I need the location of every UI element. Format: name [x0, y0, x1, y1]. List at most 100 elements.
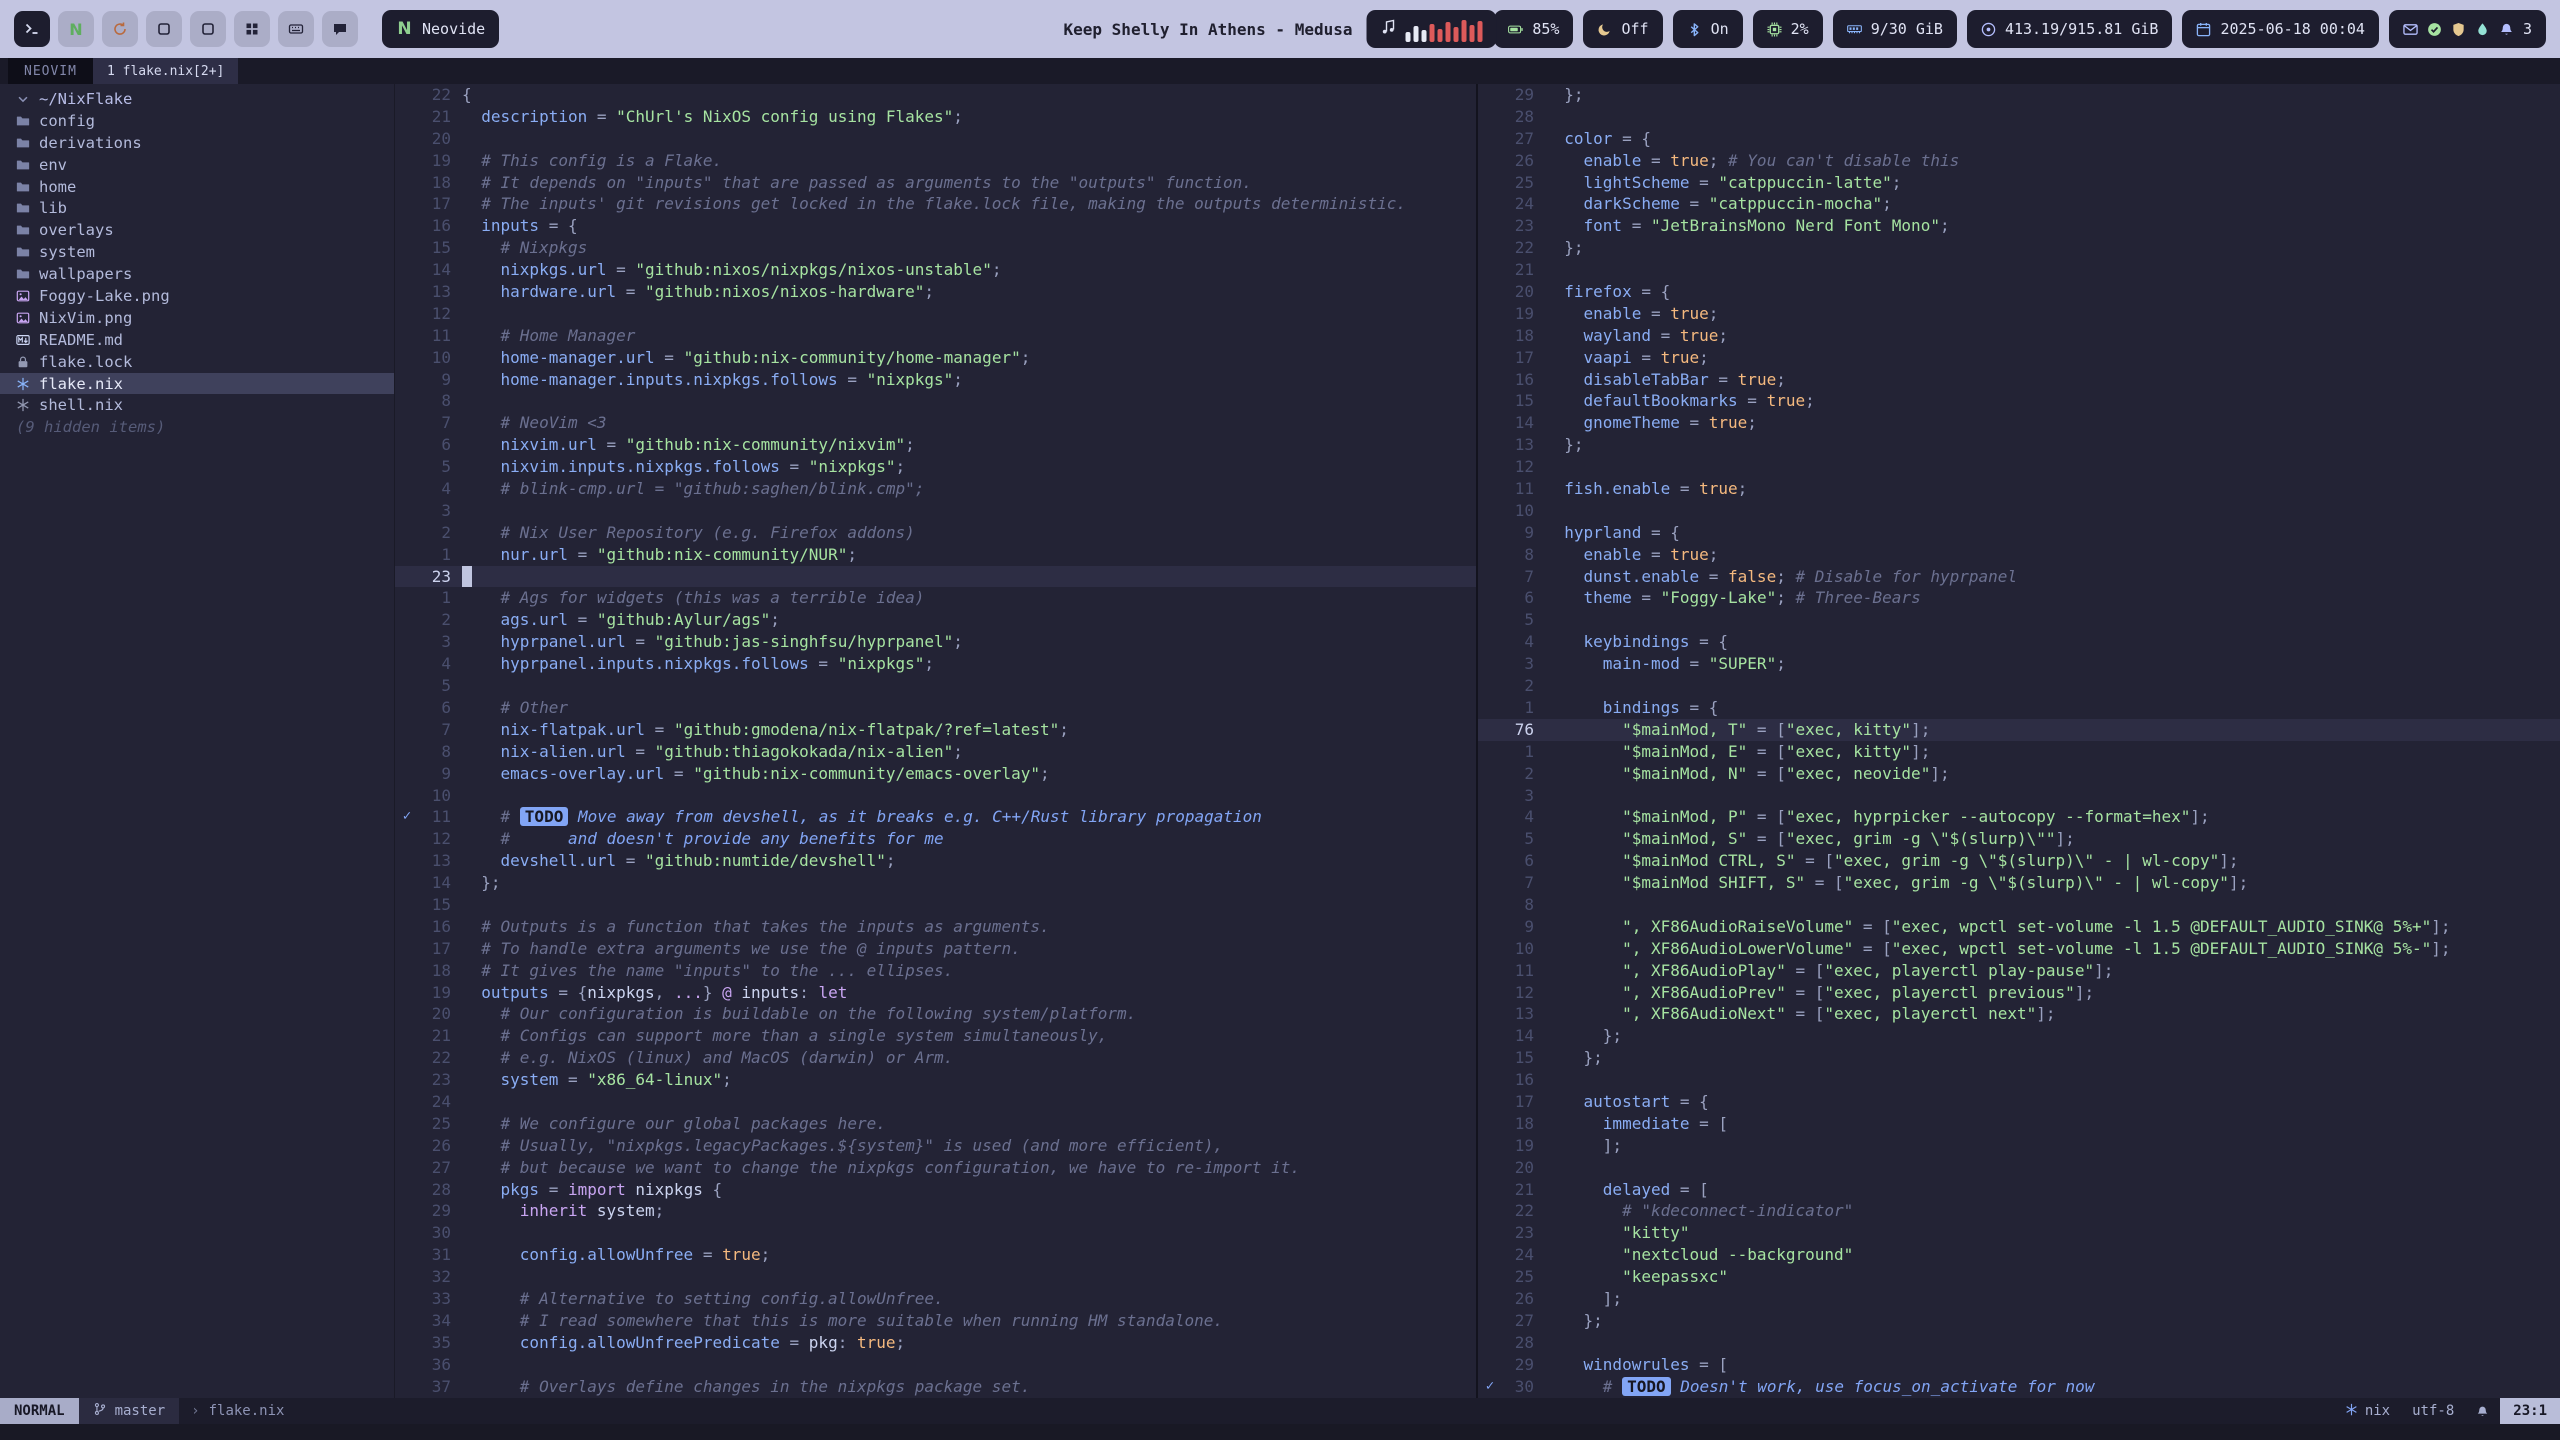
code-line[interactable]: 19 ];: [1478, 1135, 2560, 1157]
code-line[interactable]: 7 "$mainMod SHIFT, S" = ["exec, grim -g …: [1478, 872, 2560, 894]
code-line[interactable]: 3 main-mod = "SUPER";: [1478, 653, 2560, 675]
tree-item-overlays[interactable]: overlays: [0, 219, 394, 241]
code-line[interactable]: 24 "nextcloud --background": [1478, 1244, 2560, 1266]
code-line[interactable]: 2 ags.url = "github:Aylur/ags";: [395, 609, 1476, 631]
code-line[interactable]: 8 nix-alien.url = "github:thiagokokada/n…: [395, 741, 1476, 763]
code-line[interactable]: 10 home-manager.url = "github:nix-commun…: [395, 347, 1476, 369]
code-line[interactable]: 8: [395, 390, 1476, 412]
code-line[interactable]: 9 hyprland = {: [1478, 522, 2560, 544]
code-line[interactable]: 10: [395, 785, 1476, 807]
code-line[interactable]: 3: [1478, 785, 2560, 807]
code-line[interactable]: 20: [1478, 1157, 2560, 1179]
code-line[interactable]: 5: [395, 675, 1476, 697]
tree-item-system[interactable]: system: [0, 241, 394, 263]
code-line[interactable]: 5 "$mainMod, S" = ["exec, grim -g \"$(sl…: [1478, 828, 2560, 850]
code-line[interactable]: 9 ", XF86AudioRaiseVolume" = ["exec, wpc…: [1478, 916, 2560, 938]
code-line[interactable]: 11 # Home Manager: [395, 325, 1476, 347]
tree-item-readme-md[interactable]: README.md: [0, 329, 394, 351]
code-line[interactable]: 18 immediate = [: [1478, 1113, 2560, 1135]
code-line[interactable]: 17 # To handle extra arguments we use th…: [395, 938, 1476, 960]
tree-item-derivations[interactable]: derivations: [0, 132, 394, 154]
memory-pill[interactable]: 9/30 GiB: [1833, 10, 1957, 48]
tree-item-lib[interactable]: lib: [0, 197, 394, 219]
code-line[interactable]: 6 nixvim.url = "github:nix-community/nix…: [395, 434, 1476, 456]
editor-pane-left[interactable]: 22{21 description = "ChUrl's NixOS confi…: [395, 84, 1478, 1398]
code-line[interactable]: 16 disableTabBar = true;: [1478, 369, 2560, 391]
code-line[interactable]: 23 system = "x86_64-linux";: [395, 1069, 1476, 1091]
code-line[interactable]: 21: [1478, 259, 2560, 281]
tree-item-nixflake[interactable]: ~/NixFlake: [0, 88, 394, 110]
code-line[interactable]: 16: [1478, 1069, 2560, 1091]
code-line[interactable]: 27 # but because we want to change the n…: [395, 1157, 1476, 1179]
cursor-code-line[interactable]: 76 "$mainMod, T" = ["exec, kitty"];: [1478, 719, 2560, 741]
code-line[interactable]: 14 };: [1478, 1025, 2560, 1047]
code-line[interactable]: 11 fish.enable = true;: [1478, 478, 2560, 500]
code-line[interactable]: 2: [1478, 675, 2560, 697]
tree-item-env[interactable]: env: [0, 154, 394, 176]
code-line[interactable]: 22 };: [1478, 237, 2560, 259]
code-line[interactable]: 9 home-manager.inputs.nixpkgs.follows = …: [395, 369, 1476, 391]
code-line[interactable]: 26 ];: [1478, 1288, 2560, 1310]
code-line[interactable]: 5 nixvim.inputs.nixpkgs.follows = "nixpk…: [395, 456, 1476, 478]
code-line[interactable]: ✓11 # TODO Move away from devshell, as i…: [395, 806, 1476, 828]
code-line[interactable]: 19 enable = true;: [1478, 303, 2560, 325]
code-line[interactable]: 23 font = "JetBrainsMono Nerd Font Mono"…: [1478, 215, 2560, 237]
code-line[interactable]: 13 hardware.url = "github:nixos/nixos-ha…: [395, 281, 1476, 303]
code-line[interactable]: 7 # NeoVim <3: [395, 412, 1476, 434]
workspace-button-6[interactable]: [234, 11, 270, 47]
system-tray[interactable]: 3: [2389, 10, 2546, 48]
code-line[interactable]: 22 # e.g. NixOS (linux) and MacOS (darwi…: [395, 1047, 1476, 1069]
code-line[interactable]: 28 pkgs = import nixpkgs {: [395, 1179, 1476, 1201]
code-line[interactable]: 27 };: [1478, 1310, 2560, 1332]
code-line[interactable]: 24: [395, 1091, 1476, 1113]
code-line[interactable]: 4 "$mainMod, P" = ["exec, hyprpicker --a…: [1478, 806, 2560, 828]
code-line[interactable]: 6 # Other: [395, 697, 1476, 719]
code-line[interactable]: 18 wayland = true;: [1478, 325, 2560, 347]
code-line[interactable]: 20: [395, 128, 1476, 150]
active-app-pill[interactable]: N Neovide: [382, 10, 499, 48]
workspace-button-2[interactable]: N: [58, 11, 94, 47]
code-line[interactable]: 5: [1478, 609, 2560, 631]
code-line[interactable]: 17 vaapi = true;: [1478, 347, 2560, 369]
command-line[interactable]: [0, 1424, 2560, 1440]
workspace-button-5[interactable]: [190, 11, 226, 47]
tree-item-foggy-lake-png[interactable]: Foggy-Lake.png: [0, 285, 394, 307]
code-line[interactable]: 12 # and doesn't provide any benefits fo…: [395, 828, 1476, 850]
code-line[interactable]: 26 enable = true; # You can't disable th…: [1478, 150, 2560, 172]
clock-pill[interactable]: 2025-06-18 00:04: [2182, 10, 2379, 48]
bluetooth-pill[interactable]: On: [1673, 10, 1743, 48]
workspace-button-8[interactable]: [322, 11, 358, 47]
code-line[interactable]: 37 # Overlays define changes in the nixp…: [395, 1376, 1476, 1398]
code-line[interactable]: 13 };: [1478, 434, 2560, 456]
code-line[interactable]: 25 # We configure our global packages he…: [395, 1113, 1476, 1135]
code-line[interactable]: 16 inputs = {: [395, 215, 1476, 237]
code-line[interactable]: 29 inherit system;: [395, 1200, 1476, 1222]
code-line[interactable]: 12: [395, 303, 1476, 325]
code-line[interactable]: 22{: [395, 84, 1476, 106]
code-line[interactable]: 2 "$mainMod, N" = ["exec, neovide"];: [1478, 763, 2560, 785]
code-line[interactable]: 36: [395, 1354, 1476, 1376]
code-line[interactable]: 13 ", XF86AudioNext" = ["exec, playerctl…: [1478, 1003, 2560, 1025]
code-line[interactable]: 7 dunst.enable = false; # Disable for hy…: [1478, 566, 2560, 588]
code-line[interactable]: 2 # Nix User Repository (e.g. Firefox ad…: [395, 522, 1476, 544]
music-widget[interactable]: Keep Shelly In Athens - Medusa: [1064, 10, 1497, 48]
tree-item-config[interactable]: config: [0, 110, 394, 132]
code-line[interactable]: 35 config.allowUnfreePredicate = pkg: tr…: [395, 1332, 1476, 1354]
code-line[interactable]: 8: [1478, 894, 2560, 916]
code-line[interactable]: 1 # Ags for widgets (this was a terrible…: [395, 587, 1476, 609]
code-line[interactable]: 20 # Our configuration is buildable on t…: [395, 1003, 1476, 1025]
tree-item-nixvim-png[interactable]: NixVim.png: [0, 307, 394, 329]
tree-item-home[interactable]: home: [0, 176, 394, 198]
workspace-button-7[interactable]: [278, 11, 314, 47]
code-line[interactable]: 26 # Usually, "nixpkgs.legacyPackages.${…: [395, 1135, 1476, 1157]
code-line[interactable]: 27 color = {: [1478, 128, 2560, 150]
code-line[interactable]: 7 nix-flatpak.url = "github:gmodena/nix-…: [395, 719, 1476, 741]
code-line[interactable]: 16 # Outputs is a function that takes th…: [395, 916, 1476, 938]
code-line[interactable]: 14 };: [395, 872, 1476, 894]
code-line[interactable]: 15 defaultBookmarks = true;: [1478, 390, 2560, 412]
code-line[interactable]: 6 theme = "Foggy-Lake"; # Three-Bears: [1478, 587, 2560, 609]
tree-item-flake-nix[interactable]: flake.nix: [0, 373, 394, 395]
code-line[interactable]: 29 };: [1478, 84, 2560, 106]
explorer-tab[interactable]: NEOVIM: [8, 58, 93, 84]
code-line[interactable]: 32: [395, 1266, 1476, 1288]
